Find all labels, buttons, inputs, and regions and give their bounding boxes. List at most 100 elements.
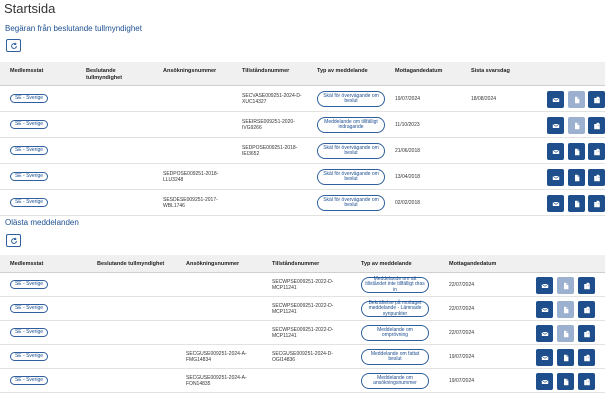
open-message-button[interactable]: [547, 169, 564, 186]
application-number: SECGUSE009251-2024-A-FON14835: [186, 375, 247, 387]
received-date: 22/07/2024: [449, 330, 475, 336]
table-row: SE - Sverige SECWPSE009251-2022-D-MCP1124…: [0, 297, 605, 321]
country-badge[interactable]: SE - Sverige: [10, 198, 48, 207]
col-header: Sista svarsdag: [471, 68, 510, 74]
document-icon: [563, 378, 568, 385]
view-documents-button[interactable]: [578, 301, 595, 318]
view-document-button[interactable]: [557, 325, 574, 342]
country-badge[interactable]: SE - Sverige: [10, 280, 48, 289]
message-type-badge[interactable]: Skäl för övervägande om beslut: [317, 91, 385, 107]
open-message-button[interactable]: [536, 349, 553, 366]
message-type-badge[interactable]: Meddelande om omprövning: [361, 325, 429, 341]
view-document-button[interactable]: [557, 373, 574, 390]
document-icon: [574, 122, 579, 129]
view-document-button[interactable]: [557, 301, 574, 318]
refresh-icon: [10, 237, 17, 244]
envelope-icon: [552, 149, 559, 154]
view-document-button[interactable]: [568, 143, 585, 160]
document-icon: [563, 306, 568, 313]
table-row: SE - Sverige SECWPSE009251-2022-D-MCP1124…: [0, 321, 605, 345]
permit-number: SECVASE009251-2024-D-XUC14327: [242, 93, 302, 105]
open-message-button[interactable]: [547, 143, 564, 160]
application-number: SECGUSE009251-2024-A-FMG14834: [186, 351, 247, 363]
open-message-button[interactable]: [536, 325, 553, 342]
permit-number: SECWPSE009251-2022-D-MCP11241: [272, 303, 334, 315]
envelope-icon: [541, 283, 548, 288]
unread-table: Medlemsstat Beslutande tullmyndighet Ans…: [0, 255, 605, 393]
country-badge[interactable]: SE - Sverige: [10, 120, 48, 129]
received-date: 19/07/2024: [449, 354, 475, 360]
document-icon: [563, 354, 568, 361]
message-type-badge[interactable]: Meddelande om tillfälligt indragande: [317, 117, 385, 133]
section-title-unread: Olästa meddelanden: [5, 218, 79, 227]
country-badge[interactable]: SE - Sverige: [10, 172, 48, 181]
country-badge[interactable]: SE - Sverige: [10, 146, 48, 155]
view-document-button[interactable]: [568, 91, 585, 108]
table-row: SE - Sverige SECGUSE009251-2024-A-FON1483…: [0, 369, 605, 393]
view-document-button[interactable]: [557, 349, 574, 366]
permit-number: SEDPOSE009251-2018-IEI3652: [242, 145, 298, 157]
refresh-icon: [10, 42, 17, 49]
refresh-unread-button[interactable]: [6, 234, 21, 247]
document-icon: [563, 330, 568, 337]
open-message-button[interactable]: [547, 117, 564, 134]
view-documents-button[interactable]: [588, 143, 605, 160]
col-header: Tillståndsnummer: [272, 261, 320, 267]
view-document-button[interactable]: [568, 195, 585, 212]
deadline-date: 18/08/2024: [471, 96, 497, 102]
view-documents-button[interactable]: [588, 117, 605, 134]
country-badge[interactable]: SE - Sverige: [10, 304, 48, 313]
message-type-badge[interactable]: Skäl för övervägande om beslut: [317, 169, 385, 185]
message-type-badge[interactable]: Meddelande om att tillståndet inte tillf…: [361, 276, 429, 293]
col-header: Tillståndsnummer: [242, 68, 290, 74]
col-header: Beslutande tullmyndighet: [86, 68, 123, 81]
view-document-button[interactable]: [568, 117, 585, 134]
view-documents-button[interactable]: [588, 195, 605, 212]
envelope-icon: [541, 307, 548, 312]
open-message-button[interactable]: [547, 91, 564, 108]
view-document-button[interactable]: [557, 277, 574, 294]
message-type-badge[interactable]: Bekräftelse på mottaget meddelande - Läm…: [361, 300, 429, 317]
view-documents-button[interactable]: [578, 325, 595, 342]
country-badge[interactable]: SE - Sverige: [10, 94, 48, 103]
view-documents-button[interactable]: [578, 349, 595, 366]
open-message-button[interactable]: [536, 301, 553, 318]
country-badge[interactable]: SE - Sverige: [10, 328, 48, 337]
received-date: 19/07/2024: [395, 96, 421, 102]
message-type-badge[interactable]: Meddelande om fattat beslut: [361, 349, 429, 365]
envelope-icon: [552, 175, 559, 180]
received-date: 22/07/2024: [449, 306, 475, 312]
col-header: Ansökningsnummer: [186, 261, 240, 267]
country-badge[interactable]: SE - Sverige: [10, 376, 48, 385]
open-message-button[interactable]: [547, 195, 564, 212]
document-icon: [574, 200, 579, 207]
view-documents-button[interactable]: [588, 169, 605, 186]
col-header: Typ av meddelande: [361, 261, 412, 267]
envelope-icon: [541, 331, 548, 336]
message-type-badge[interactable]: Meddelande om ansökningsnummer: [361, 373, 429, 389]
table-row: SE - Sverige SECVASE009251-2024-D-XUC1432…: [0, 86, 605, 112]
documents-icon: [583, 330, 590, 337]
received-date: 21/06/2018: [395, 148, 421, 154]
page-title: Startsida: [4, 1, 56, 16]
country-badge[interactable]: SE - Sverige: [10, 352, 48, 361]
table-row: SE - Sverige SEDPOSE009251-2018-IEI3652 Sk…: [0, 138, 605, 164]
message-type-badge[interactable]: Skäl för övervägande om beslut: [317, 143, 385, 159]
view-document-button[interactable]: [568, 169, 585, 186]
application-number: SESDESE009251-2017-WBL1746: [163, 197, 218, 209]
documents-icon: [583, 378, 590, 385]
view-documents-button[interactable]: [588, 91, 605, 108]
view-documents-button[interactable]: [578, 277, 595, 294]
open-message-button[interactable]: [536, 373, 553, 390]
received-date: 22/07/2024: [449, 282, 475, 288]
message-type-badge[interactable]: Skäl för övervägande om beslut: [317, 195, 385, 211]
view-documents-button[interactable]: [578, 373, 595, 390]
section-title-requests: Begäran från beslutande tullmyndighet: [5, 24, 142, 33]
envelope-icon: [552, 97, 559, 102]
table-row: SE - Sverige SECGUSE009251-2024-A-FMG1483…: [0, 345, 605, 369]
permit-number: SECGUSE009251-2024-D-OGI14836: [272, 351, 333, 363]
open-message-button[interactable]: [536, 277, 553, 294]
refresh-requests-button[interactable]: [6, 39, 21, 52]
received-date: 13/04/2018: [395, 174, 421, 180]
received-date: 19/07/2024: [449, 378, 475, 384]
